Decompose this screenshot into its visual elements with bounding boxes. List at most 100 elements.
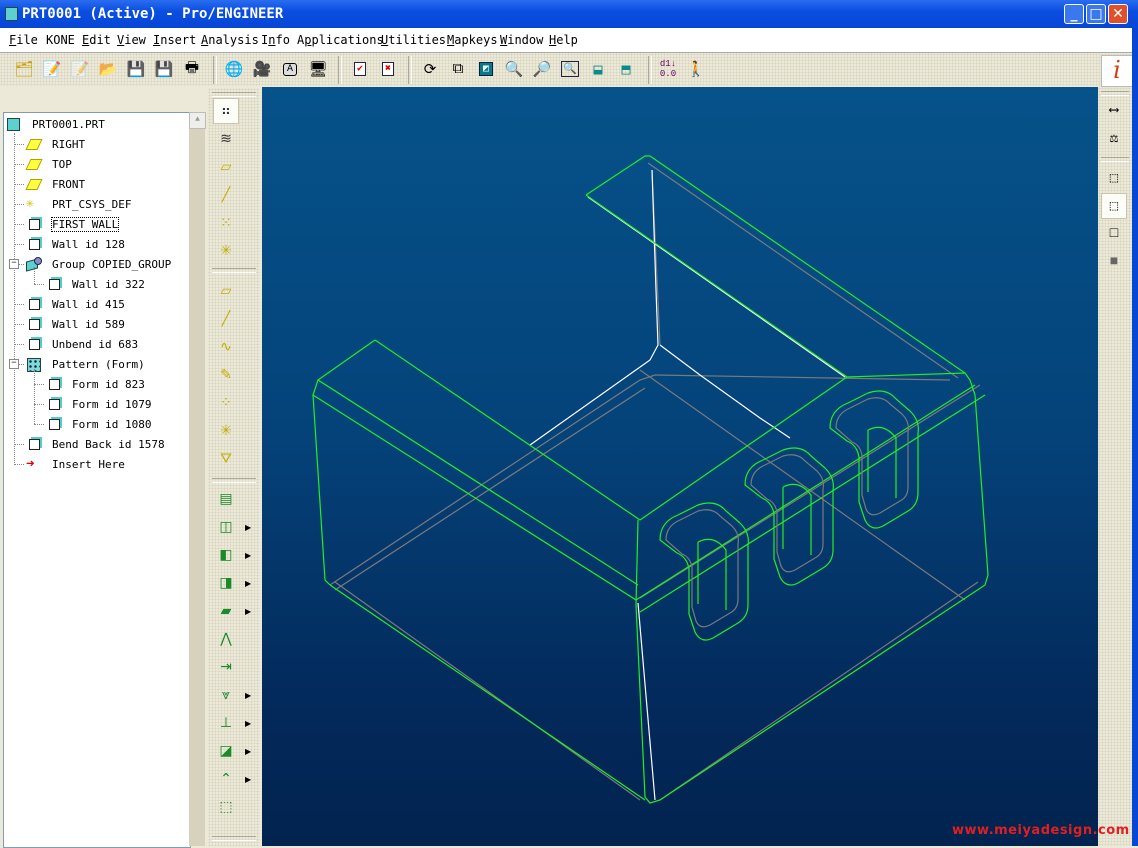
window-activate-button[interactable]: ✔: [348, 57, 372, 81]
menu-file[interactable]: File: [9, 33, 38, 47]
toolbar-grip[interactable]: [1101, 91, 1129, 96]
menu-window[interactable]: Window: [500, 33, 543, 47]
toolbar-grip[interactable]: [212, 268, 256, 273]
scroll-up-button[interactable]: ▲: [189, 112, 206, 129]
fit-button[interactable]: 🔍: [558, 57, 582, 81]
globe-button[interactable]: 🌐: [222, 57, 246, 81]
collapse-toggle[interactable]: −: [9, 359, 19, 369]
menu-mapkeys[interactable]: Mapkeys: [447, 33, 498, 47]
point-display-button[interactable]: ⁙: [213, 210, 239, 236]
orient-button[interactable]: ⧉: [446, 57, 470, 81]
hidden-line-button[interactable]: ⬚: [1101, 193, 1127, 219]
menu-insert[interactable]: Insert: [153, 33, 196, 47]
flyout-arrow-icon[interactable]: ▶: [245, 747, 251, 756]
flyout-arrow-icon[interactable]: ▶: [245, 691, 251, 700]
flyout-arrow-icon[interactable]: ▶: [245, 523, 251, 532]
toolbar-grip[interactable]: [1101, 157, 1129, 162]
merge-button[interactable]: ⇥: [213, 654, 239, 680]
new-button[interactable]: 🗂: [12, 57, 36, 81]
convert-button[interactable]: ▤: [213, 486, 239, 512]
tree-item[interactable]: Unbend id 683: [26, 335, 138, 353]
shaded-button[interactable]: ■: [1101, 249, 1127, 275]
sketch-button[interactable]: ✎: [213, 362, 239, 388]
no-hidden-button[interactable]: □: [1101, 221, 1127, 247]
datum-point-button[interactable]: ⁘: [213, 390, 239, 416]
dimension-button[interactable]: ⟷: [1101, 97, 1127, 123]
tree-item[interactable]: Form id 823: [46, 375, 145, 393]
minimize-button[interactable]: _: [1064, 4, 1084, 24]
tree-item[interactable]: Form id 1080: [46, 415, 151, 433]
flyout-arrow-icon[interactable]: ▶: [245, 775, 251, 784]
datum-axis-button[interactable]: ╱: [213, 306, 239, 332]
rip-button[interactable]: ⋀: [213, 626, 239, 652]
ptc-logo-icon[interactable]: i: [1101, 55, 1133, 87]
window-close-button[interactable]: ✖: [376, 57, 400, 81]
bend-button[interactable]: ⩔: [213, 682, 239, 708]
toolbar-grip[interactable]: [212, 478, 256, 483]
unbend-button[interactable]: ⊥: [213, 710, 239, 736]
cut-button[interactable]: ◪: [213, 738, 239, 764]
menu-utilities[interactable]: Utilities: [381, 33, 446, 47]
tree-scrollbar[interactable]: ▲: [189, 112, 206, 846]
extend-wall-button[interactable]: ◨: [213, 570, 239, 596]
flatten-button[interactable]: ⬚: [213, 794, 239, 820]
open-disabled-button[interactable]: 📝: [68, 57, 92, 81]
computer-button[interactable]: 🖥: [306, 57, 330, 81]
text-button[interactable]: A: [278, 57, 302, 81]
tree-root[interactable]: PRT0001.PRT: [6, 115, 105, 133]
menu-info[interactable]: Info: [261, 33, 290, 47]
datum-plane-button[interactable]: ▱: [213, 278, 239, 304]
print-button[interactable]: 🖶: [180, 57, 204, 81]
menu-kone[interactable]: KONE: [46, 33, 75, 47]
close-button[interactable]: ✕: [1108, 4, 1128, 24]
collapse-toggle[interactable]: −: [9, 259, 19, 269]
save-button[interactable]: 💾: [124, 57, 148, 81]
save-copy-button[interactable]: 💾: [152, 57, 176, 81]
tree-item[interactable]: RIGHT: [26, 135, 85, 153]
tree-item[interactable]: Wall id 322: [46, 275, 145, 293]
person-info-button[interactable]: 🚶: [684, 57, 708, 81]
menu-applications[interactable]: Applications: [297, 33, 384, 47]
mass-props-button[interactable]: ⚖: [1101, 125, 1127, 151]
tree-item[interactable]: ✳ PRT_CSYS_DEF: [26, 195, 131, 213]
tree-item[interactable]: Wall id 128: [26, 235, 125, 253]
menu-view[interactable]: View: [117, 33, 146, 47]
camera-button[interactable]: 🎥: [250, 57, 274, 81]
folder-open-button[interactable]: 📂: [96, 57, 120, 81]
zoom-out-button[interactable]: 🔎: [530, 57, 554, 81]
flyout-arrow-icon[interactable]: ▶: [245, 579, 251, 588]
tree-item[interactable]: Pattern (Form): [26, 355, 145, 373]
tree-item[interactable]: ➜ Insert Here: [26, 455, 125, 473]
tree-item[interactable]: Group COPIED_GROUP: [26, 255, 171, 273]
graphics-window[interactable]: [262, 87, 1098, 846]
tree-item[interactable]: Wall id 415: [26, 295, 125, 313]
saved-views-button[interactable]: ⬒: [614, 57, 638, 81]
spin-button[interactable]: ⟳: [418, 57, 442, 81]
csys-display-button[interactable]: ✳: [213, 238, 239, 264]
form-button[interactable]: ⌃: [213, 766, 239, 792]
tree-item[interactable]: TOP: [26, 155, 72, 173]
flyout-arrow-icon[interactable]: ▶: [245, 551, 251, 560]
toolbar-grip[interactable]: [212, 836, 256, 841]
datum-csys-button[interactable]: ✳: [213, 418, 239, 444]
shading-button[interactable]: ◩: [474, 57, 498, 81]
tree-item[interactable]: Bend Back id 1578: [26, 435, 165, 453]
zoom-in-button[interactable]: 🔍: [502, 57, 526, 81]
tree-item[interactable]: FIRST WALL: [26, 215, 120, 233]
tree-item[interactable]: Wall id 589: [26, 315, 125, 333]
toolbar-grip[interactable]: [212, 92, 256, 97]
wireframe-button[interactable]: ⬚: [1101, 165, 1127, 191]
unattached-wall-button[interactable]: ▰: [213, 598, 239, 624]
open-button[interactable]: 📝: [40, 57, 64, 81]
menu-help[interactable]: Help: [549, 33, 578, 47]
reorient-button[interactable]: ⬓: [586, 57, 610, 81]
tree-item[interactable]: Form id 1079: [46, 395, 151, 413]
dimension-info-button[interactable]: d1↓ 0.0: [656, 57, 680, 81]
plane-display-button[interactable]: ▱: [213, 154, 239, 180]
datum-curve-button[interactable]: ∿: [213, 334, 239, 360]
maximize-button[interactable]: □: [1086, 4, 1106, 24]
flyout-arrow-icon[interactable]: ▶: [245, 607, 251, 616]
model-tree-toggle-button[interactable]: ⠶: [213, 98, 239, 124]
axis-display-button[interactable]: ╱: [213, 182, 239, 208]
tree-item[interactable]: FRONT: [26, 175, 85, 193]
